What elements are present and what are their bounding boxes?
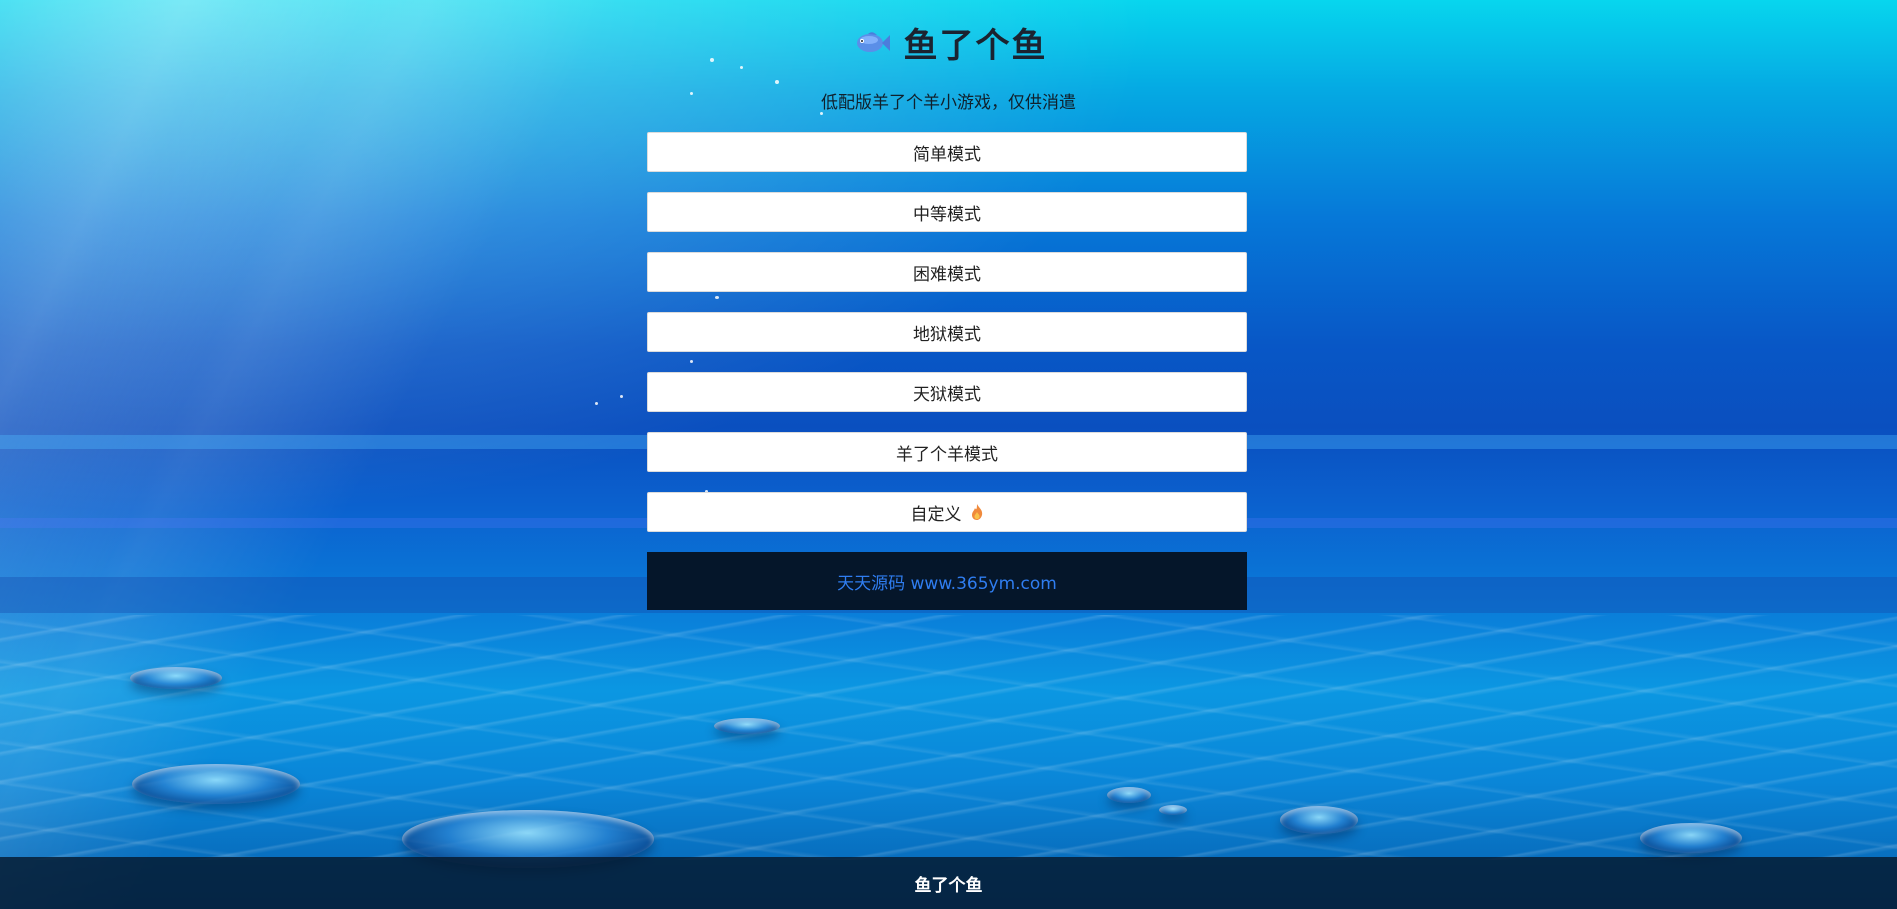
title-row: 鱼了个鱼 bbox=[850, 18, 1048, 67]
heaven-hell-mode-button[interactable]: 天狱模式 bbox=[647, 372, 1247, 412]
water-drop bbox=[132, 764, 300, 804]
button-label: 中等模式 bbox=[913, 204, 981, 225]
button-label: 地狱模式 bbox=[913, 324, 981, 345]
subtitle: 低配版羊了个羊小游戏，仅供消遣 bbox=[821, 93, 1076, 113]
fish-icon bbox=[856, 31, 890, 52]
button-label: 自定义 bbox=[910, 504, 962, 525]
water-drop bbox=[1107, 787, 1151, 803]
promo-link[interactable]: 天天源码 www.365ym.com bbox=[647, 552, 1247, 610]
button-label: 羊了个羊模式 bbox=[896, 444, 998, 465]
water-drop bbox=[1280, 806, 1358, 834]
custom-mode-button[interactable]: 自定义 bbox=[647, 492, 1247, 532]
button-label: 简单模式 bbox=[913, 144, 981, 165]
button-label: 天狱模式 bbox=[913, 384, 981, 405]
button-label: 困难模式 bbox=[913, 264, 981, 285]
water-drop bbox=[1640, 823, 1742, 853]
medium-mode-button[interactable]: 中等模式 bbox=[647, 192, 1247, 232]
sheep-mode-button[interactable]: 羊了个羊模式 bbox=[647, 432, 1247, 472]
water-drop bbox=[714, 718, 780, 734]
flame-icon bbox=[971, 504, 982, 520]
header: 鱼了个鱼 bbox=[0, 18, 1897, 67]
mode-menu: 简单模式 中等模式 困难模式 地狱模式 天狱模式 羊了个羊模式 自定义 天天源码… bbox=[647, 132, 1247, 610]
page-title: 鱼了个鱼 bbox=[903, 26, 1048, 66]
bubble bbox=[595, 402, 598, 405]
hell-mode-button[interactable]: 地狱模式 bbox=[647, 312, 1247, 352]
footer-text: 鱼了个鱼 bbox=[914, 875, 983, 896]
footer: 鱼了个鱼 bbox=[0, 857, 1897, 909]
water-drop bbox=[1159, 805, 1187, 815]
water-drop bbox=[130, 667, 222, 689]
easy-mode-button[interactable]: 简单模式 bbox=[647, 132, 1247, 172]
water-ripples bbox=[0, 615, 1897, 860]
bubble bbox=[775, 80, 779, 84]
promo-text: 天天源码 www.365ym.com bbox=[837, 573, 1057, 594]
hard-mode-button[interactable]: 困难模式 bbox=[647, 252, 1247, 292]
bubble bbox=[620, 395, 623, 398]
